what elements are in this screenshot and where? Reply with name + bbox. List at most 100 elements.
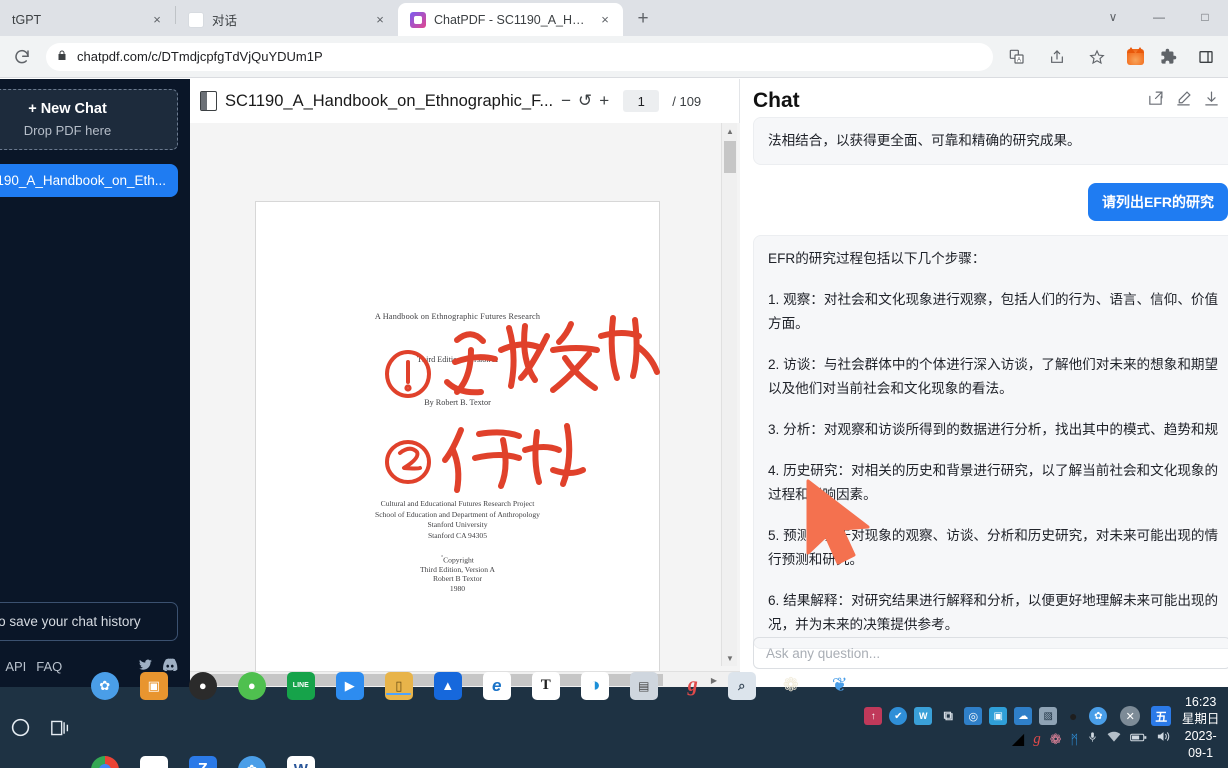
chat-messages[interactable]: 法相结合，以获得更全面、可靠和精确的研究成果。 请列出EFR的研究 EFR的研究…	[741, 117, 1228, 649]
grammarly-tray-icon[interactable]: g	[1033, 731, 1041, 748]
flower-icon[interactable]: ❁	[766, 645, 815, 726]
taskbar-clock[interactable]: 16:23 星期日 2023-09-1	[1177, 694, 1228, 762]
puzzle-icon[interactable]	[1154, 43, 1182, 71]
browser-tab-1[interactable]: tGPT ×	[0, 3, 175, 36]
maximize-button[interactable]: □	[1182, 0, 1228, 34]
shield-icon[interactable]: ✔	[889, 707, 908, 725]
share-icon[interactable]	[1043, 43, 1071, 71]
tab-close-icon[interactable]: ×	[597, 12, 613, 28]
new-tab-button[interactable]: +	[629, 5, 657, 33]
rotate-button[interactable]: ↺	[578, 91, 592, 111]
affiliation-line-1: Cultural and Educational Futures Researc…	[380, 499, 535, 508]
affiliation-line-2: School of Education and Department of An…	[375, 509, 540, 519]
save-history-button[interactable]: to save your chat history	[0, 602, 178, 641]
sogou-tray-icon[interactable]: ✿	[1089, 707, 1108, 725]
edge-icon[interactable]: ◑	[570, 645, 619, 726]
footer-link-api[interactable]: API	[5, 659, 26, 674]
ime-indicator[interactable]: 五	[1151, 706, 1172, 726]
volume-icon[interactable]	[1156, 730, 1171, 748]
copy-icon[interactable]: ⧉	[939, 707, 957, 725]
browser-toolbar: chatpdf.com/c/DTmdjcpfgTdVjQuYDUm1P A	[0, 36, 1228, 78]
tab-title: ChatPDF - SC1190_A_Handboo	[434, 12, 589, 27]
new-chat-dropzone[interactable]: + New Chat Drop PDF here	[0, 89, 178, 150]
tab-close-icon[interactable]: ×	[372, 12, 388, 28]
wps-icon[interactable]: W	[914, 707, 933, 725]
copyright-line-3: Robert B Textor	[432, 574, 483, 584]
tab-search-chevron-down-icon[interactable]: ∨	[1090, 0, 1136, 34]
keepass-icon[interactable]: ▤	[619, 645, 668, 726]
qq-icon[interactable]: ●	[178, 645, 227, 726]
clock-weekday: 星期日	[1181, 711, 1220, 726]
wechat-icon[interactable]: ●	[227, 645, 276, 726]
firefox-extension-icon[interactable]	[1127, 46, 1144, 65]
network-icon[interactable]: ◎	[964, 707, 983, 725]
user-message: 请列出EFR的研究	[1088, 183, 1228, 221]
screen-icon[interactable]: ▧	[1039, 707, 1058, 725]
close-icon[interactable]: ✕	[1120, 706, 1141, 726]
xmind-icon[interactable]: ▲	[423, 645, 472, 726]
mute-icon[interactable]: ◢	[1012, 729, 1024, 749]
star-icon[interactable]	[1083, 43, 1111, 71]
pdf-vertical-scrollbar[interactable]: ▲ ▼	[721, 123, 737, 666]
zotero-icon[interactable]: Z	[178, 729, 227, 768]
chrome-icon[interactable]	[80, 729, 129, 768]
affiliation-line-3: Stanford University	[427, 520, 488, 530]
translate-icon[interactable]: A	[1003, 43, 1031, 71]
battery-icon[interactable]	[1130, 730, 1147, 748]
zoom-in-button[interactable]: +	[599, 91, 609, 111]
virtualbox-icon[interactable]: ▣	[129, 645, 178, 726]
clock-date: 2023-09-1	[1184, 728, 1217, 760]
cloud-icon[interactable]: ☁	[1014, 707, 1033, 725]
task-view-icon[interactable]	[40, 687, 80, 768]
screen: tGPT × ZL 对话 × ChatPDF - SC1190_A_Handbo…	[0, 0, 1228, 768]
wifi-icon[interactable]	[1107, 730, 1121, 748]
browser-tab-3[interactable]: ChatPDF - SC1190_A_Handboo ×	[398, 3, 623, 36]
qq-tray-icon[interactable]: ●	[1064, 707, 1082, 725]
grammarly-icon[interactable]: g	[668, 645, 717, 726]
monitor-icon[interactable]: ▣	[989, 707, 1008, 725]
microphone-icon[interactable]	[1087, 730, 1098, 749]
tab-strip: tGPT × ZL 对话 × ChatPDF - SC1190_A_Handbo…	[0, 0, 1228, 36]
assistant-paragraph: 法相结合，以获得更全面、可靠和精确的研究成果。	[768, 133, 1081, 148]
sogou-icon[interactable]: ✿	[80, 645, 129, 726]
mouse-cursor	[806, 479, 870, 565]
scroll-thumb[interactable]	[724, 141, 736, 173]
browser-tab-2[interactable]: ZL 对话 ×	[176, 3, 398, 36]
scroll-up-icon[interactable]: ▲	[722, 123, 738, 139]
zotero-alt-icon[interactable]: ❦	[815, 645, 864, 726]
word-icon[interactable]: W	[276, 729, 325, 768]
pdf-line-author: By Robert B. Textor	[424, 398, 491, 407]
upload-icon[interactable]: ↑	[864, 707, 883, 725]
typora-icon[interactable]: T	[521, 645, 570, 726]
share-icon[interactable]	[1147, 90, 1164, 112]
zoom-out-button[interactable]: −	[561, 91, 571, 111]
side-panel-icon[interactable]	[1192, 43, 1220, 71]
minimize-button[interactable]: —	[1136, 0, 1182, 34]
pdf-viewport[interactable]: A Handbook on Ethnographic Futures Resea…	[190, 123, 740, 687]
pdf-block-affiliation: Cultural and Educational Futures Researc…	[256, 499, 659, 541]
edit-icon[interactable]	[1175, 90, 1192, 112]
start-circle-icon[interactable]	[0, 687, 40, 768]
assistant-message: EFR的研究过程包括以下几个步骤： 1. 观察：对社会和文化现象进行观察，包括人…	[753, 235, 1228, 649]
page-number-input[interactable]: 1	[623, 90, 660, 112]
internet-explorer-icon[interactable]: e	[472, 645, 521, 726]
download-icon[interactable]	[1203, 90, 1220, 112]
sogou-browser-icon[interactable]: ✿	[227, 729, 276, 768]
reload-icon[interactable]	[8, 43, 36, 71]
snipaste-icon[interactable]: ⌕	[717, 645, 766, 726]
sidebar-document-item[interactable]: 190_A_Handbook_on_Eth...	[0, 164, 178, 197]
pdf-toolbar: SC1190_A_Handbook_on_Ethnographic_F... −…	[190, 79, 739, 123]
address-bar[interactable]: chatpdf.com/c/DTmdjcpfgTdVjQuYDUm1P	[46, 42, 993, 71]
capcut-icon[interactable]: ⸺	[129, 729, 178, 768]
dingtalk-icon[interactable]: ▶	[325, 645, 374, 726]
assistant-paragraph: 3. 分析：对观察和访谈所得到的数据进行分析，找出其中的模式、趋势和规	[768, 422, 1219, 437]
tab-close-icon[interactable]: ×	[149, 12, 165, 28]
explorer-icon[interactable]: ▯	[374, 645, 423, 726]
flower-tray-icon[interactable]: ❁	[1050, 731, 1062, 748]
chatpdf-sidebar: + New Chat Drop PDF here 190_A_Handbook_…	[0, 79, 190, 687]
browser-window: tGPT × ZL 对话 × ChatPDF - SC1190_A_Handbo…	[0, 0, 1228, 687]
bluetooth-icon[interactable]: ᛗ	[1070, 732, 1078, 747]
zl-icon: ZL	[188, 11, 204, 28]
line-icon[interactable]: LINE	[276, 645, 325, 726]
footer-link-faq[interactable]: FAQ	[36, 659, 62, 674]
